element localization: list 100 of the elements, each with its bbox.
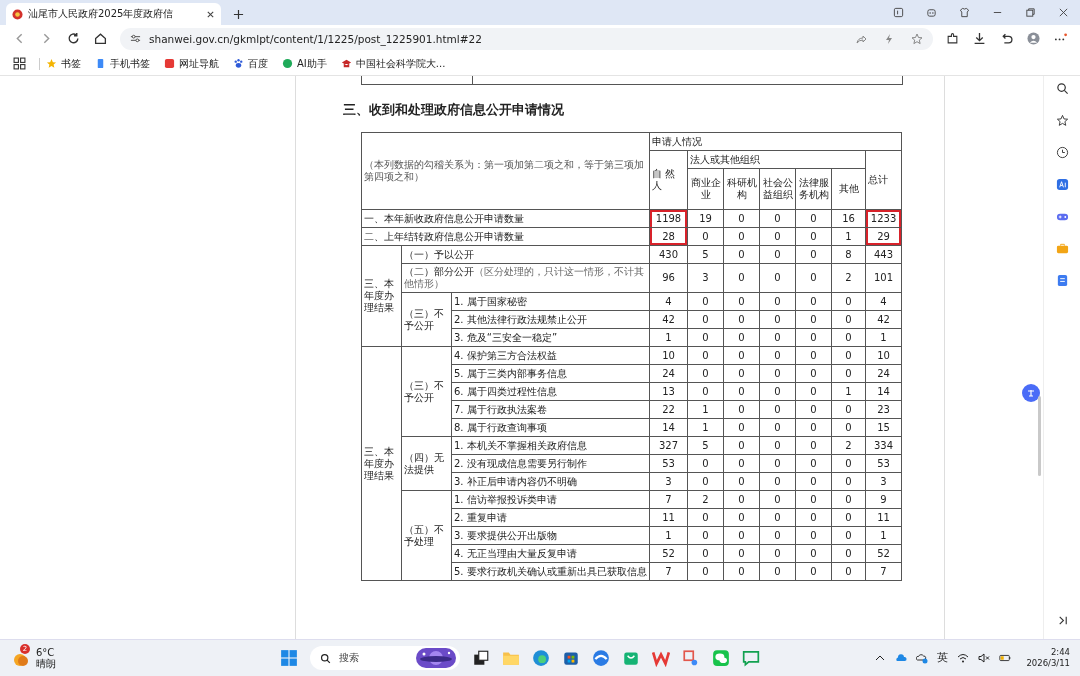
new-tab-icon[interactable] bbox=[233, 9, 244, 20]
table-cell: 0 bbox=[831, 454, 866, 473]
history-icon[interactable] bbox=[1055, 146, 1069, 159]
table-cell: 0 bbox=[687, 346, 724, 365]
table-cell: 1 bbox=[831, 382, 866, 401]
clock-time: 2:44 bbox=[1050, 647, 1070, 658]
table-cell: 0 bbox=[759, 400, 796, 419]
table-cell: 14 bbox=[865, 382, 902, 401]
undo-icon[interactable] bbox=[1000, 32, 1013, 45]
battery-icon[interactable] bbox=[999, 652, 1012, 664]
table-cell: 0 bbox=[795, 227, 832, 246]
star-icon[interactable] bbox=[1055, 114, 1069, 127]
table-cell: 0 bbox=[759, 472, 796, 491]
browser-icon[interactable] bbox=[592, 649, 610, 667]
download-icon[interactable] bbox=[973, 32, 986, 45]
bookmark-item[interactable]: 手机书签 bbox=[95, 56, 150, 71]
row-label: 4. 保护第三方合法权益 bbox=[451, 346, 650, 365]
bookmark-item[interactable]: 书签 bbox=[46, 56, 81, 71]
row-label: 1. 信访举报投诉类申请 bbox=[451, 490, 650, 509]
browser-tab[interactable]: 汕尾市人民政府2025年度政府信 bbox=[6, 3, 221, 25]
table-cell: 7 bbox=[865, 562, 902, 581]
snipping-icon[interactable] bbox=[682, 649, 700, 667]
task-view-icon[interactable] bbox=[472, 649, 490, 667]
table-cell: 0 bbox=[795, 292, 832, 311]
table-cell: 0 bbox=[723, 436, 760, 455]
shopping-bag-icon[interactable] bbox=[622, 649, 640, 667]
table-cell: 96 bbox=[649, 263, 688, 293]
star-icon[interactable] bbox=[911, 32, 923, 45]
table-cell: 0 bbox=[795, 382, 832, 401]
table-cell: 0 bbox=[723, 562, 760, 581]
bookmark-item[interactable]: AI助手 bbox=[282, 56, 327, 71]
bookmark-icon bbox=[233, 58, 244, 69]
apps-icon[interactable] bbox=[13, 57, 26, 70]
search-field[interactable]: 搜索 bbox=[310, 646, 460, 670]
ai-icon[interactable] bbox=[1055, 178, 1069, 191]
shirt-icon[interactable] bbox=[959, 7, 970, 18]
table-cell: 2 bbox=[687, 490, 724, 509]
table-cell: 0 bbox=[759, 454, 796, 473]
extensions-icon[interactable] bbox=[946, 32, 959, 45]
cloud-sync-icon[interactable] bbox=[916, 652, 929, 664]
table-cell: 5 bbox=[687, 436, 724, 455]
clock-date: 2026/3/11 bbox=[1026, 658, 1070, 669]
muted-speaker-icon[interactable] bbox=[978, 652, 991, 664]
bookmark-icon bbox=[282, 58, 293, 69]
bookmark-item[interactable]: 网址导航 bbox=[164, 56, 219, 71]
table-cell: 443 bbox=[865, 245, 902, 264]
cloud-icon[interactable] bbox=[895, 652, 908, 664]
table-cell: 0 bbox=[795, 400, 832, 419]
table-cell: 0 bbox=[831, 526, 866, 545]
table-cell: 430 bbox=[649, 245, 688, 264]
row-label: 3. 要求提供公开出版物 bbox=[451, 526, 650, 545]
table-cell: 0 bbox=[723, 209, 760, 228]
bot-icon[interactable] bbox=[926, 7, 937, 18]
table-cell: 0 bbox=[831, 472, 866, 491]
table-cell: 0 bbox=[795, 472, 832, 491]
bookmark-icon bbox=[46, 58, 57, 69]
document-icon[interactable] bbox=[1055, 274, 1069, 287]
store-icon[interactable] bbox=[562, 649, 580, 667]
row-label: 2. 重复申请 bbox=[451, 508, 650, 527]
table-cell: 0 bbox=[795, 454, 832, 473]
table-cell: 0 bbox=[759, 310, 796, 329]
lightning-icon[interactable] bbox=[883, 32, 895, 45]
table-cell: 0 bbox=[759, 209, 796, 228]
bookmark-item[interactable]: 百度 bbox=[233, 56, 268, 71]
table-cell: 29 bbox=[865, 227, 902, 246]
table-cell: 0 bbox=[831, 310, 866, 329]
table-cell: 23 bbox=[865, 400, 902, 419]
table-cell: 0 bbox=[723, 400, 760, 419]
table-cell: 0 bbox=[687, 544, 724, 563]
tab-icon[interactable] bbox=[893, 7, 904, 18]
close-icon[interactable] bbox=[1058, 7, 1069, 18]
table-cell: 0 bbox=[723, 526, 760, 545]
row-label: 4. 无正当理由大量反复申请 bbox=[451, 544, 650, 563]
table-cell: 0 bbox=[687, 227, 724, 246]
table-cell: 1198 bbox=[649, 209, 688, 228]
chat-icon[interactable] bbox=[742, 649, 760, 667]
search-icon[interactable] bbox=[1055, 82, 1069, 95]
table-cell: 0 bbox=[723, 227, 760, 246]
table-cell: 0 bbox=[759, 382, 796, 401]
wifi-icon[interactable] bbox=[957, 652, 970, 664]
start-icon[interactable] bbox=[280, 649, 298, 667]
row-label: （一）予以公开 bbox=[401, 245, 650, 264]
avatar-icon[interactable] bbox=[1027, 32, 1040, 45]
translate-button[interactable] bbox=[1022, 384, 1040, 402]
address-field[interactable]: shanwei.gov.cn/gkmlpt/content/1/1225/post_1225901.html#22 bbox=[120, 27, 933, 50]
home-icon[interactable] bbox=[94, 32, 107, 45]
table-cell: 0 bbox=[759, 263, 796, 293]
table-cell: 0 bbox=[723, 454, 760, 473]
table-cell: 0 bbox=[759, 245, 796, 264]
table-cell: 0 bbox=[831, 292, 866, 311]
row-label: （三）不予公开 bbox=[401, 346, 452, 437]
table-cell: 4 bbox=[649, 292, 688, 311]
input-method-indicator[interactable]: 英 bbox=[937, 651, 949, 665]
table-cell: 0 bbox=[723, 263, 760, 293]
reload-icon[interactable] bbox=[67, 32, 80, 45]
close-icon[interactable] bbox=[206, 9, 215, 19]
table-cell: 4 bbox=[865, 292, 902, 311]
bookmark-item[interactable]: 中国社会科学院大... bbox=[340, 56, 446, 71]
restore-icon[interactable] bbox=[1025, 7, 1036, 18]
table-cell: 0 bbox=[759, 418, 796, 437]
